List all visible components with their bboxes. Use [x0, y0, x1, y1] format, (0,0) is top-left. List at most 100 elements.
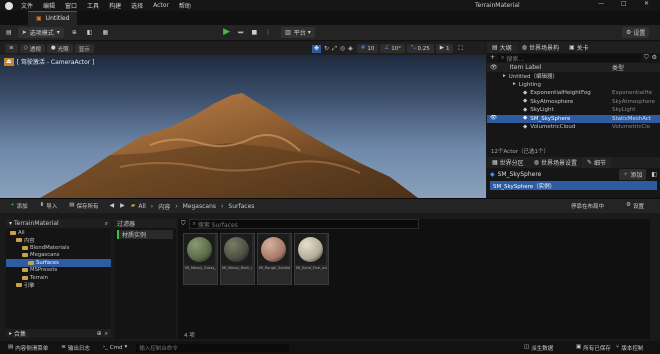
filter-icon[interactable]: ⛉: [181, 221, 186, 227]
breadcrumb-surfaces[interactable]: Surfaces: [228, 203, 254, 210]
outliner-row[interactable]: 👁◆SkyLightSkyLight: [487, 106, 660, 115]
folder-tree-item[interactable]: BlendMaterials: [6, 244, 111, 252]
lit-button[interactable]: ● 光照: [46, 44, 73, 53]
component-instance-row[interactable]: SM_SkySphere（实例）: [490, 181, 657, 190]
close-icon[interactable]: ✕: [644, 1, 649, 7]
perspective-button[interactable]: ◇ 透视: [19, 44, 45, 53]
menu-actor[interactable]: Actor: [153, 2, 169, 9]
tab-outliner[interactable]: ▤ 大纲: [487, 42, 517, 53]
menu-build[interactable]: 构建: [109, 1, 121, 10]
viewport-menu-button[interactable]: ≡: [5, 44, 18, 53]
folder-tree-item[interactable]: Megascans: [6, 252, 111, 260]
source-control-button[interactable]: ⑂ 版本控制: [612, 343, 647, 352]
folder-tree-item[interactable]: MSPresets: [6, 267, 111, 275]
forward-icon[interactable]: ▶: [120, 203, 125, 209]
settings-button[interactable]: ⚙ 设置: [622, 27, 650, 38]
collections-header[interactable]: ▸ 合集 ⊕ ⌕: [6, 329, 111, 338]
platform-button[interactable]: ▥ 平台 ▾: [281, 27, 315, 38]
breadcrumb-megascans[interactable]: Megascans: [183, 203, 216, 210]
breadcrumb-content[interactable]: 内容: [158, 202, 170, 211]
search-icon[interactable]: ⌕: [105, 330, 108, 337]
output-log-button[interactable]: ≡ 输出日志: [57, 343, 94, 352]
blueprint-icon[interactable]: ◧: [651, 171, 657, 178]
tab-details[interactable]: ✎ 细节: [581, 157, 611, 168]
folder-tree-item[interactable]: 内容: [6, 237, 111, 244]
folder-tree-item[interactable]: 引擎: [6, 282, 111, 289]
show-button[interactable]: 显示: [74, 44, 94, 53]
save-icon[interactable]: ▤: [6, 29, 12, 36]
rotate-tool-icon[interactable]: ↻: [324, 45, 329, 52]
maximize-icon[interactable]: □: [621, 1, 627, 7]
select-tool-icon[interactable]: ✥: [312, 44, 322, 53]
menu-help[interactable]: 帮助: [179, 1, 191, 10]
tab-world-partition[interactable]: ▦ 世界分区: [487, 157, 529, 168]
details-add-button[interactable]: + 添加: [619, 169, 647, 180]
all-saved-button[interactable]: ▣ 所有已保存: [572, 343, 615, 352]
console-input[interactable]: 输入控制台命令: [136, 343, 290, 352]
maximize-viewport-icon[interactable]: ⛶: [458, 45, 462, 52]
outliner-search-input[interactable]: ⌕ 搜索...: [498, 54, 642, 63]
menu-select[interactable]: 选择: [131, 1, 143, 10]
scale-tool-icon[interactable]: ⤢: [332, 45, 337, 52]
folder-tree-item[interactable]: Surfaces: [6, 259, 111, 267]
sources-header[interactable]: ▾ TerrainMaterial ⌕: [6, 219, 111, 228]
type-header[interactable]: 类型: [612, 63, 624, 72]
stop-icon[interactable]: ■: [251, 29, 257, 36]
cb-settings-button[interactable]: ⚙ 设置: [622, 201, 648, 211]
mode-dropdown[interactable]: ➤ 选项模式 ▾: [17, 27, 64, 38]
derived-data-button[interactable]: ◫ 派生数据: [520, 343, 557, 352]
outliner-row[interactable]: 👁◆SkyAtmosphereSkyAtmosphere: [487, 98, 660, 107]
world-space-icon[interactable]: ◎: [340, 45, 345, 52]
search-icon[interactable]: ⌕: [105, 220, 108, 227]
gear-icon[interactable]: ⚙: [652, 55, 657, 61]
outliner-row[interactable]: 👁 ◆ SM_SkySphere StaticMeshAct: [487, 114, 660, 123]
eject-icon[interactable]: ⏏: [4, 57, 14, 66]
outliner-row[interactable]: 👁▸Lighting: [487, 81, 660, 90]
tab-world-settings-2[interactable]: ◍ 世界场景设置: [529, 157, 582, 168]
blueprint-icon[interactable]: ◧: [87, 29, 93, 36]
tab-world-settings[interactable]: ◍ 世界场景构: [517, 42, 564, 53]
menu-edit[interactable]: 编辑: [43, 1, 55, 10]
folder-tree-item[interactable]: All: [6, 229, 111, 237]
menu-tools[interactable]: 工具: [87, 1, 99, 10]
import-button[interactable]: ⬇ 导入: [36, 201, 62, 211]
visibility-toggle-icon[interactable]: 👁: [490, 115, 497, 122]
minimize-icon[interactable]: —: [598, 1, 604, 7]
surface-snap-icon[interactable]: ◈: [348, 45, 353, 52]
cmd-dropdown[interactable]: ›_ Cmd ▾: [99, 343, 131, 352]
more-options-icon[interactable]: ⋮: [265, 29, 271, 36]
asset-tile[interactable]: MI_Rough_Sandstone_Rock_ubyle: [257, 233, 292, 285]
material-instance-filter[interactable]: 材质实例: [117, 230, 173, 239]
menu-file[interactable]: 文件: [21, 1, 33, 10]
asset-tile[interactable]: MI_Mossy_Rock_ubmcsg_2K: [220, 233, 255, 285]
outliner-row[interactable]: 👁◆ExponentialHeightFogExponentialHe: [487, 89, 660, 98]
asset-tile[interactable]: MI_Sand_Fine_ucbqeat_2K: [294, 233, 329, 285]
dock-in-layout-button[interactable]: 停靠在布局中: [567, 201, 608, 211]
content-drawer-button[interactable]: ▤ 内容侧滑菜单: [4, 343, 52, 352]
folder-tree-item[interactable]: Terrain: [6, 274, 111, 282]
outliner-row[interactable]: 👁◆VolumetricCloudVolumetricClo: [487, 123, 660, 132]
add-collection-icon[interactable]: ⊕: [97, 330, 102, 337]
tab-untitled[interactable]: ▣ Untitled: [28, 10, 78, 26]
filter-icon[interactable]: ⛉: [644, 55, 649, 61]
asset-search-input[interactable]: ⌕ 搜索 Surfaces: [188, 219, 419, 229]
save-all-button[interactable]: ▤ 保存所有: [65, 201, 102, 211]
camera-speed-button[interactable]: ▶ 1: [435, 44, 454, 53]
grid-snap-toggle[interactable]: #10: [356, 44, 379, 53]
cinematics-icon[interactable]: ▦: [102, 29, 108, 36]
asset-tile[interactable]: MI_Mossy_Grass_ubmklx_2K: [183, 233, 218, 285]
breadcrumb-all[interactable]: All: [138, 203, 145, 210]
back-icon[interactable]: ◀: [109, 203, 114, 209]
scale-snap-toggle[interactable]: ⤡ 0.25: [407, 44, 434, 53]
level-viewport[interactable]: ⏏ [ 驾驶激活 - CameraActor ]: [0, 55, 486, 198]
add-actor-icon[interactable]: ⊕: [72, 29, 77, 36]
menu-window[interactable]: 窗口: [65, 1, 77, 10]
outliner-row[interactable]: 👁▸Untitled（编辑器）: [487, 72, 660, 81]
add-icon[interactable]: +: [490, 55, 495, 61]
rotation-snap-toggle[interactable]: ∠ 10°: [380, 44, 406, 53]
tab-levels[interactable]: ▣ 关卡: [564, 42, 594, 53]
play-icon[interactable]: ▶: [223, 28, 230, 37]
add-button[interactable]: + 添加: [6, 201, 32, 211]
item-label-header[interactable]: Item Label: [510, 64, 542, 71]
step-icon[interactable]: ⏭: [238, 29, 243, 36]
